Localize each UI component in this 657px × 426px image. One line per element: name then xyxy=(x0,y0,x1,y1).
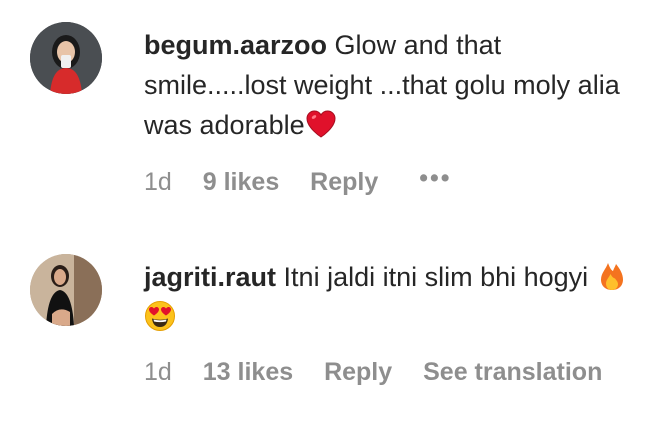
user-photo-icon xyxy=(30,254,102,326)
likes-count[interactable]: 13 likes xyxy=(203,358,293,387)
comment-username[interactable]: jagriti.raut xyxy=(144,262,276,292)
see-translation-link[interactable]: See translation xyxy=(423,358,602,387)
reply-button[interactable]: Reply xyxy=(324,358,392,387)
avatar[interactable] xyxy=(30,22,102,94)
comment-item: begum.aarzoo Glow and that smile.....los… xyxy=(0,0,657,230)
comment-item: jagriti.raut Itni jaldi itni slim bhi ho… xyxy=(0,230,657,426)
comment-meta: 1d 13 likes Reply See translation xyxy=(144,358,626,387)
likes-count[interactable]: 9 likes xyxy=(203,168,279,197)
more-options-icon[interactable]: ••• xyxy=(419,164,451,193)
comment-time: 1d xyxy=(144,168,172,196)
fire-icon xyxy=(596,260,628,292)
comment-time: 1d xyxy=(144,358,172,386)
reply-button[interactable]: Reply xyxy=(310,168,378,197)
red-heart-icon xyxy=(305,108,337,140)
comment-meta: 1d 9 likes Reply ••• xyxy=(144,164,475,197)
comment-username[interactable]: begum.aarzoo xyxy=(144,30,327,60)
heart-eyes-emoji-icon xyxy=(144,300,176,332)
comment-text: Itni jaldi itni slim bhi hogyi xyxy=(283,262,589,292)
comment-body: begum.aarzoo Glow and that smile.....los… xyxy=(144,25,644,145)
avatar[interactable] xyxy=(30,254,102,326)
comment-body: jagriti.raut Itni jaldi itni slim bhi ho… xyxy=(144,257,644,337)
user-photo-icon xyxy=(30,22,102,94)
